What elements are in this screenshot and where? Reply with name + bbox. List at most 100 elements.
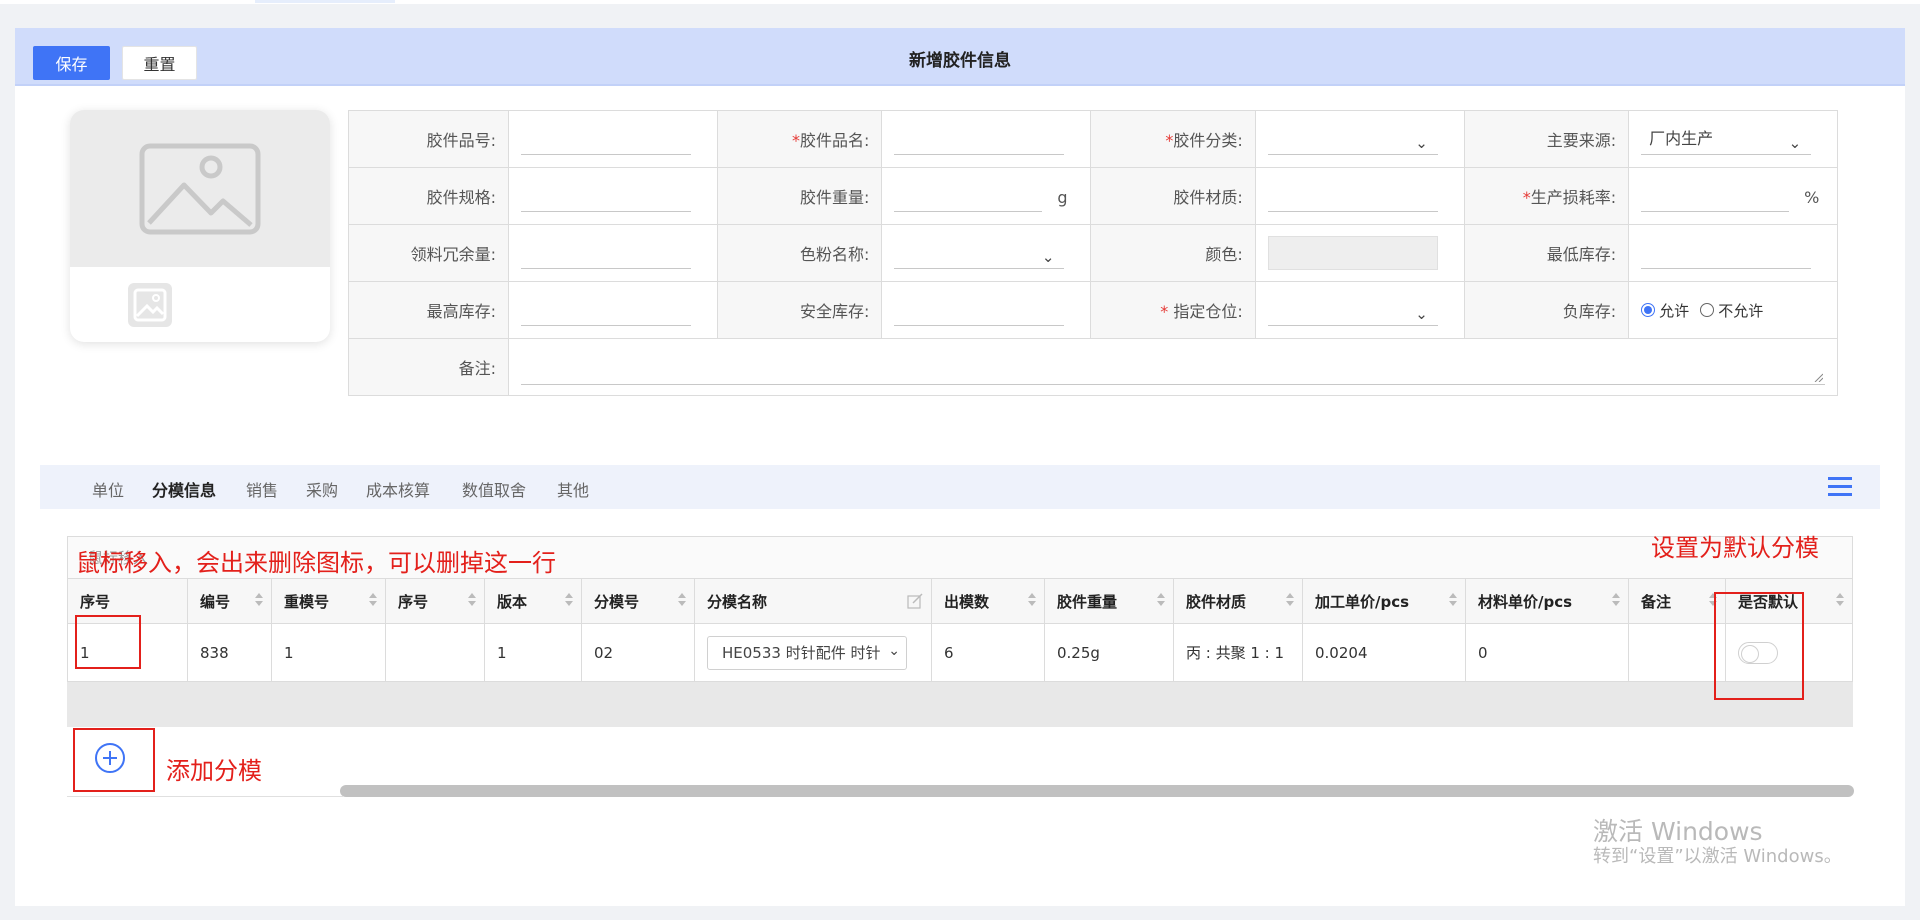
col-version[interactable]: 版本 bbox=[485, 579, 582, 623]
page-title: 新增胶件信息 bbox=[909, 51, 1011, 71]
sort-icon[interactable] bbox=[255, 593, 263, 609]
cell-code[interactable]: 838 bbox=[188, 624, 272, 681]
annotation-default-note: 设置为默认分模 bbox=[1651, 534, 1819, 562]
horizontal-scrollbar[interactable] bbox=[340, 785, 1854, 797]
min-stock-input[interactable] bbox=[1641, 237, 1812, 269]
col-material[interactable]: 胶件材质 bbox=[1174, 579, 1303, 623]
col-weight[interactable]: 胶件重量 bbox=[1045, 579, 1174, 623]
max-stock-input[interactable] bbox=[521, 294, 691, 326]
annotation-box-add bbox=[73, 728, 155, 792]
loss-rate-unit: % bbox=[1804, 188, 1820, 207]
chevron-down-icon: ⌄ bbox=[1415, 134, 1428, 152]
category-label: *胶件分类: bbox=[1090, 110, 1256, 168]
cell-seq2[interactable] bbox=[386, 624, 485, 681]
allow-radio[interactable] bbox=[1641, 303, 1656, 317]
tab-cost-accounting[interactable]: 成本核算 bbox=[366, 477, 430, 501]
spec-input[interactable] bbox=[521, 180, 691, 212]
tab-sales[interactable]: 销售 bbox=[246, 477, 278, 501]
col-seq2[interactable]: 序号 bbox=[386, 579, 485, 623]
category-select[interactable]: ⌄ bbox=[1267, 123, 1438, 155]
col-cavity-count[interactable]: 出模数 bbox=[932, 579, 1045, 623]
edit-icon[interactable] bbox=[907, 593, 923, 609]
max-stock-label: 最高库存: bbox=[348, 281, 509, 339]
grid-footer bbox=[67, 682, 1853, 727]
image-upload-icon[interactable] bbox=[125, 280, 175, 330]
col-sub-mold-no[interactable]: 分模号 bbox=[582, 579, 695, 623]
active-tab-indicator bbox=[255, 0, 395, 3]
panel-header: 保存 重置 新增胶件信息 bbox=[15, 28, 1905, 86]
sub-mold-name-select[interactable]: HE0533 时针配件 时针 ⌄ bbox=[707, 635, 907, 670]
scroll-track-line bbox=[67, 796, 343, 797]
part-name-input[interactable] bbox=[894, 123, 1065, 155]
sort-icon[interactable] bbox=[468, 593, 476, 609]
sort-icon[interactable] bbox=[565, 593, 573, 609]
tab-purchase[interactable]: 采购 bbox=[306, 477, 338, 501]
sort-icon[interactable] bbox=[1286, 593, 1294, 609]
toner-label: 色粉名称: bbox=[716, 224, 883, 282]
source-label: 主要来源: bbox=[1463, 110, 1630, 168]
cell-process-price[interactable]: 0.0204 bbox=[1303, 624, 1466, 681]
sort-icon[interactable] bbox=[1028, 593, 1036, 609]
tab-rounding[interactable]: 数值取舍 bbox=[462, 477, 526, 501]
detail-tabs: 单位 分模信息 销售 采购 成本核算 数值取舍 其他 bbox=[40, 465, 1880, 509]
material-input[interactable] bbox=[1267, 180, 1438, 212]
cell-remark[interactable] bbox=[1629, 624, 1726, 681]
part-no-input[interactable] bbox=[521, 123, 691, 155]
cell-material-price[interactable]: 0 bbox=[1466, 624, 1629, 681]
sort-icon[interactable] bbox=[1612, 593, 1620, 609]
negative-stock-radios: 允许 不允许 bbox=[1628, 281, 1838, 339]
color-label: 颜色: bbox=[1090, 224, 1256, 282]
col-code[interactable]: 编号 bbox=[188, 579, 272, 623]
cell-sub-mold-no[interactable]: 02 bbox=[582, 624, 695, 681]
cell-material[interactable]: 丙 : 共聚 1 : 1 bbox=[1174, 624, 1303, 681]
chevron-down-icon: ⌄ bbox=[1041, 248, 1055, 266]
safe-stock-input[interactable] bbox=[894, 294, 1065, 326]
loss-rate-input[interactable] bbox=[1641, 180, 1790, 212]
source-select[interactable]: 厂内生产 ⌄ bbox=[1641, 123, 1812, 155]
col-sub-mold-name[interactable]: 分模名称 bbox=[695, 579, 932, 623]
weight-input[interactable] bbox=[894, 180, 1043, 212]
location-select[interactable]: ⌄ bbox=[1267, 294, 1438, 326]
sort-icon[interactable] bbox=[678, 593, 686, 609]
disallow-label: 不允许 bbox=[1718, 301, 1764, 320]
surplus-label: 领料冗余量: bbox=[348, 224, 509, 282]
chevron-down-icon: ⌄ bbox=[1788, 134, 1802, 152]
cell-cavity-count[interactable]: 6 bbox=[932, 624, 1045, 681]
col-heavy-mold[interactable]: 重模号 bbox=[272, 579, 386, 623]
cell-heavy-mold[interactable]: 1 bbox=[272, 624, 386, 681]
image-card[interactable] bbox=[70, 110, 330, 342]
allow-label: 允许 bbox=[1659, 301, 1690, 320]
sort-icon[interactable] bbox=[1836, 593, 1844, 609]
remark-textarea[interactable] bbox=[521, 349, 1825, 385]
menu-icon[interactable] bbox=[1828, 477, 1854, 497]
surplus-input[interactable] bbox=[521, 237, 691, 269]
material-label: 胶件材质: bbox=[1090, 167, 1256, 225]
cell-sub-mold-name: HE0533 时针配件 时针 ⌄ bbox=[695, 624, 932, 681]
top-tab-strip bbox=[0, 0, 1920, 4]
sort-icon[interactable] bbox=[1157, 593, 1165, 609]
tab-unit[interactable]: 单位 bbox=[92, 477, 124, 501]
chevron-down-icon: ⌄ bbox=[886, 642, 900, 659]
col-remark[interactable]: 备注 bbox=[1629, 579, 1726, 623]
col-material-price[interactable]: 材料单价/pcs bbox=[1466, 579, 1629, 623]
tab-other[interactable]: 其他 bbox=[557, 477, 589, 501]
toner-select[interactable]: ⌄ bbox=[894, 237, 1065, 269]
disallow-radio[interactable] bbox=[1700, 303, 1715, 317]
sort-icon[interactable] bbox=[1449, 593, 1457, 609]
negative-stock-label: 负库存: bbox=[1463, 281, 1630, 339]
loss-rate-label: *生产损耗率: bbox=[1463, 167, 1630, 225]
grid-header: 序号 编号 重模号 序号 版本 分模号 分模名称 出模数 胶件重量 胶件材质 加… bbox=[67, 578, 1853, 624]
part-info-form: 胶件品号: *胶件品名: *胶件分类: ⌄ 主要来源: 厂内生产 ⌄ 胶件规格: … bbox=[348, 110, 1838, 396]
annotation-add-note: 添加分模 bbox=[166, 757, 262, 785]
annotation-hover-note: 鼠标移入，会出来删除图标，可以删掉这一行 bbox=[76, 549, 556, 577]
remark-label: 备注: bbox=[348, 338, 509, 396]
cell-weight[interactable]: 0.25g bbox=[1045, 624, 1174, 681]
part-name-label: *胶件品名: bbox=[716, 110, 883, 168]
col-process-price[interactable]: 加工单价/pcs bbox=[1303, 579, 1466, 623]
spec-label: 胶件规格: bbox=[348, 167, 509, 225]
sort-icon[interactable] bbox=[369, 593, 377, 609]
table-row[interactable]: 1 838 1 1 02 HE0533 时针配件 时针 ⌄ 6 0.25g 丙 :… bbox=[67, 624, 1853, 682]
tab-sub-mold-info[interactable]: 分模信息 bbox=[152, 477, 216, 501]
resize-handle-icon[interactable] bbox=[1813, 372, 1823, 382]
cell-version[interactable]: 1 bbox=[485, 624, 582, 681]
